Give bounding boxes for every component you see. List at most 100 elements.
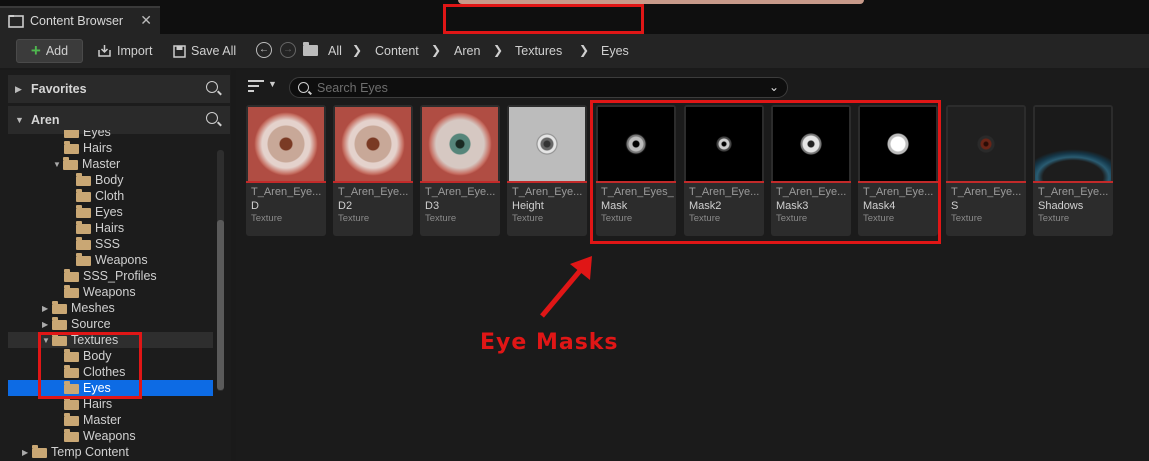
save-all-button[interactable]: Save All bbox=[173, 39, 236, 63]
breadcrumb-all[interactable]: All bbox=[328, 44, 342, 58]
import-button-label: Import bbox=[117, 44, 153, 58]
chevron-right-icon[interactable]: ❯ bbox=[431, 43, 441, 57]
breadcrumb-textures[interactable]: Textures bbox=[515, 44, 562, 58]
breadcrumb-aren[interactable]: Aren bbox=[454, 44, 480, 58]
tree-item-weapons[interactable]: Weapons bbox=[8, 252, 213, 268]
asset-type-bar bbox=[946, 181, 1026, 183]
import-icon bbox=[98, 45, 111, 57]
add-button[interactable]: + Add bbox=[16, 39, 83, 63]
project-title: Aren bbox=[31, 113, 60, 127]
chevron-right-icon[interactable]: ▶ bbox=[42, 320, 52, 329]
texture-thumbnail bbox=[335, 107, 411, 181]
tree-item-meshes[interactable]: ▶ Meshes bbox=[8, 300, 213, 316]
asset-type-bar bbox=[246, 181, 326, 183]
texture-thumbnail bbox=[948, 107, 1024, 181]
asset-name: T_Aren_Eye... bbox=[251, 186, 322, 198]
asset-name: T_Aren_Eye... bbox=[512, 186, 583, 198]
search-input[interactable]: Search Eyes ⌄ bbox=[289, 77, 788, 98]
folder-icon bbox=[64, 285, 79, 298]
tree-item-source[interactable]: ▶ Source bbox=[8, 316, 213, 332]
asset-type-bar bbox=[420, 181, 500, 183]
scrollbar-thumb[interactable] bbox=[217, 220, 224, 390]
toolbar: + Add Import Save All ← → All ❯ Content … bbox=[0, 34, 1149, 68]
tree-item-weapons[interactable]: Weapons bbox=[8, 428, 213, 444]
asset-tile[interactable]: T_Aren_Eye... D3 Texture bbox=[420, 105, 500, 236]
folder-icon bbox=[76, 221, 91, 234]
tree-item-eyes[interactable]: Eyes bbox=[8, 130, 213, 140]
eye-masks-highlight-box bbox=[590, 100, 941, 244]
folder-icon bbox=[76, 237, 91, 250]
asset-type: Texture bbox=[512, 213, 544, 224]
chevron-right-icon[interactable]: ▶ bbox=[15, 84, 27, 95]
folder-icon bbox=[76, 253, 91, 266]
tree-item-sss[interactable]: SSS bbox=[8, 236, 213, 252]
breadcrumb-eyes[interactable]: Eyes bbox=[601, 44, 629, 58]
folder-icon bbox=[64, 269, 79, 282]
chevron-down-icon[interactable]: ⌄ bbox=[769, 80, 779, 94]
texture-thumbnail bbox=[422, 107, 498, 181]
back-arrow-icon[interactable]: ← bbox=[256, 42, 272, 58]
chevron-right-icon[interactable]: ▶ bbox=[22, 448, 32, 457]
asset-type: Texture bbox=[338, 213, 370, 224]
asset-name-suffix: S bbox=[951, 200, 959, 212]
tree-item-body[interactable]: Body bbox=[8, 172, 213, 188]
close-icon[interactable]: ✕ bbox=[140, 12, 152, 29]
tree-item-master[interactable]: ▼ Master bbox=[8, 156, 213, 172]
forward-arrow-icon[interactable]: → bbox=[280, 42, 296, 58]
asset-tile[interactable]: T_Aren_Eye... D2 Texture bbox=[333, 105, 413, 236]
folder-icon bbox=[32, 445, 47, 458]
import-button[interactable]: Import bbox=[97, 39, 152, 63]
chevron-right-icon[interactable]: ▶ bbox=[42, 304, 52, 313]
asset-type: Texture bbox=[951, 213, 983, 224]
folder-tree: Eyes Hairs ▼ Master Body Cloth Eyes Hairs… bbox=[8, 130, 223, 461]
texture-thumbnail bbox=[1035, 107, 1111, 181]
tree-item-cloth[interactable]: Cloth bbox=[8, 188, 213, 204]
asset-type-bar bbox=[333, 181, 413, 183]
asset-tile[interactable]: T_Aren_Eye... Height Texture bbox=[507, 105, 587, 236]
chevron-down-icon[interactable]: ▼ bbox=[53, 160, 63, 169]
chevron-right-icon[interactable]: ❯ bbox=[493, 43, 503, 57]
tree-item-hairs[interactable]: Hairs bbox=[8, 140, 213, 156]
asset-name-suffix: Height bbox=[512, 200, 544, 212]
tree-item-sss-profiles[interactable]: SSS_Profiles bbox=[8, 268, 213, 284]
texture-thumbnail bbox=[509, 107, 585, 181]
asset-type: Texture bbox=[1038, 213, 1070, 224]
asset-tile[interactable]: T_Aren_Eye... S Texture bbox=[946, 105, 1026, 236]
asset-type: Texture bbox=[251, 213, 283, 224]
folder-icon[interactable] bbox=[303, 42, 318, 56]
search-icon[interactable] bbox=[206, 81, 218, 93]
tree-scrollbar[interactable] bbox=[217, 150, 224, 391]
textures-highlight-box bbox=[38, 332, 142, 399]
tree-item-temp-content[interactable]: ▶ Temp Content bbox=[8, 444, 213, 460]
plus-icon: + bbox=[30, 41, 41, 60]
save-icon bbox=[173, 44, 186, 58]
tab-content-browser[interactable]: Content Browser ✕ bbox=[0, 6, 160, 34]
favorites-header[interactable]: ▶ Favorites bbox=[8, 75, 230, 103]
asset-name: T_Aren_Eye... bbox=[951, 186, 1022, 198]
tree-item-weapons[interactable]: Weapons bbox=[8, 284, 213, 300]
asset-name-suffix: Shadows bbox=[1038, 200, 1084, 212]
tree-item-hairs[interactable]: Hairs bbox=[8, 220, 213, 236]
filter-icon[interactable] bbox=[248, 80, 264, 95]
chevron-down-icon[interactable]: ▼ bbox=[268, 79, 277, 89]
arrow-icon bbox=[540, 256, 592, 318]
folder-icon bbox=[52, 317, 67, 330]
chevron-right-icon[interactable]: ❯ bbox=[579, 43, 589, 57]
asset-type: Texture bbox=[425, 213, 457, 224]
chevron-right-icon[interactable]: ❯ bbox=[352, 43, 362, 57]
asset-tile[interactable]: T_Aren_Eye... D Texture bbox=[246, 105, 326, 236]
breadcrumb-content[interactable]: Content bbox=[375, 44, 419, 58]
chevron-down-icon[interactable]: ▼ bbox=[15, 115, 27, 125]
asset-name: T_Aren_Eye... bbox=[425, 186, 496, 198]
tree-item-eyes[interactable]: Eyes bbox=[8, 204, 213, 220]
asset-type-bar bbox=[1033, 181, 1113, 183]
asset-tile[interactable]: T_Aren_Eye... Shadows Texture bbox=[1033, 105, 1113, 236]
favorites-title: Favorites bbox=[31, 82, 87, 96]
search-icon[interactable] bbox=[206, 112, 218, 124]
tree-item-master[interactable]: Master bbox=[8, 412, 213, 428]
asset-name: T_Aren_Eye... bbox=[338, 186, 409, 198]
folder-icon bbox=[76, 205, 91, 218]
content-browser-icon bbox=[8, 15, 24, 28]
annotation-label: Eye Masks bbox=[480, 330, 619, 355]
tab-label: Content Browser bbox=[30, 14, 124, 28]
